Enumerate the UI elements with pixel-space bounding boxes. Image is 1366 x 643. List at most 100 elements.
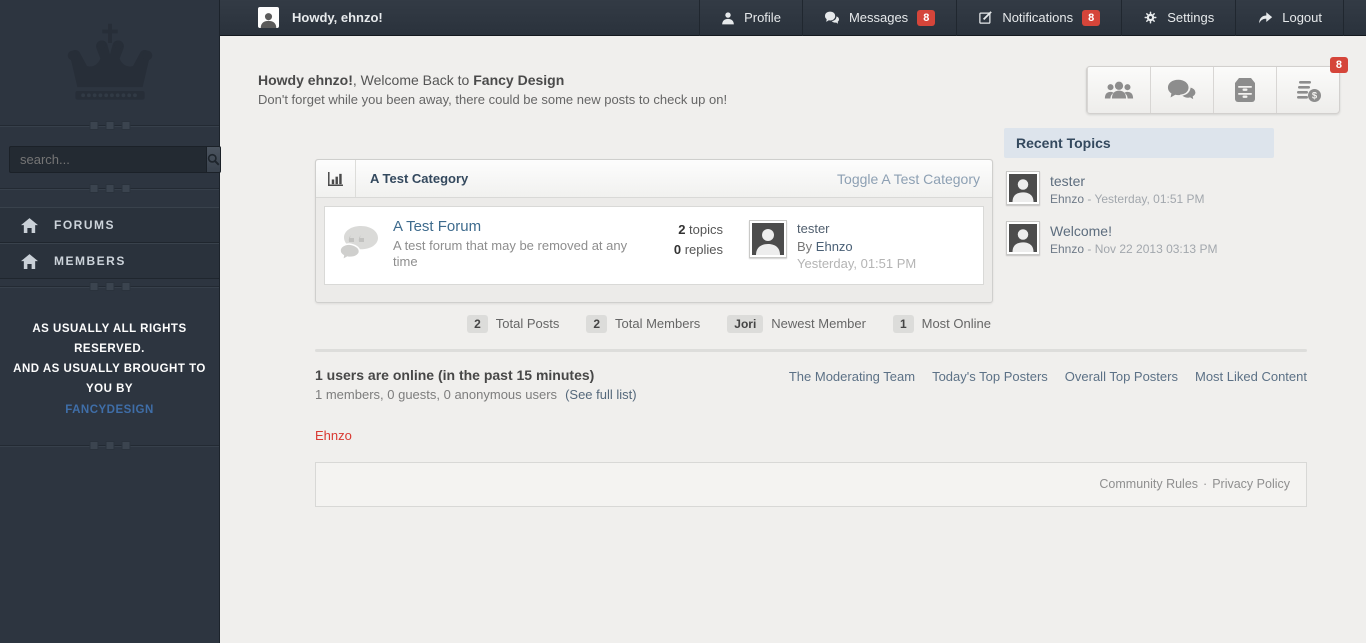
last-post-by-line: By Ehnzo: [797, 238, 916, 256]
menu-label: Notifications: [1002, 10, 1074, 25]
recent-topics-widget: Recent Topics tester Ehnzo - Yesterday, …: [1004, 128, 1274, 258]
notifications-badge: 8: [1082, 9, 1101, 26]
forum-row[interactable]: A Test Forum A test forum that may be re…: [324, 206, 984, 285]
sidebar-divider: [0, 440, 219, 452]
overall-top-posters-link[interactable]: Overall Top Posters: [1065, 369, 1178, 402]
topbar: Howdy, ehnzo! Profile Messages 8 Notific…: [220, 0, 1366, 36]
see-full-list-link[interactable]: (See full list): [565, 387, 637, 402]
most-liked-content-link[interactable]: Most Liked Content: [1195, 369, 1307, 402]
crown-logo-icon: [67, 23, 152, 100]
divider-squares-icon: [89, 121, 130, 130]
stat-most-online: 1 Most Online: [892, 314, 991, 333]
divider-squares-icon: [89, 282, 130, 291]
online-counts: 1 members, 0 guests, 0 anonymous users: [315, 386, 558, 402]
archive-drawer-icon: [1235, 78, 1255, 102]
topic-title-link[interactable]: Welcome!: [1050, 222, 1217, 240]
greeting-text: Howdy, ehnzo!: [292, 10, 383, 25]
online-block: 1 users are online (in the past 15 minut…: [315, 367, 637, 402]
fancydesign-link[interactable]: FANCYDESIGN: [65, 404, 154, 416]
board-stats-row: 2 Total Posts 2 Total Members Jori Newes…: [315, 314, 993, 333]
profile-menu-item[interactable]: Profile: [699, 0, 802, 36]
divider-squares-icon: [89, 440, 130, 450]
recent-topics-header: Recent Topics: [1004, 128, 1274, 158]
topic-author-link[interactable]: Ehnzo: [1050, 192, 1084, 206]
sidebar-divider: [0, 120, 219, 132]
last-post-lines: tester By Ehnzo Yesterday, 01:51 PM: [797, 220, 916, 273]
last-post-topic-link[interactable]: tester: [797, 220, 916, 238]
home-icon: [21, 217, 39, 233]
chats-quick-button[interactable]: [1150, 67, 1213, 113]
home-icon: [21, 253, 39, 269]
forum-name-link[interactable]: A Test Forum: [393, 218, 481, 235]
user-avatar-icon[interactable]: [258, 7, 279, 28]
main-area: Howdy, ehnzo! Profile Messages 8 Notific…: [220, 0, 1366, 643]
welcome-site: Fancy Design: [473, 72, 565, 88]
welcome-title: Howdy ehnzo!, Welcome Back to Fancy Desi…: [258, 72, 727, 88]
search-button[interactable]: [207, 146, 221, 173]
sidebar-rights-text: AS USUALLY ALL RIGHTS RESERVED. AND AS U…: [8, 319, 211, 420]
topic-avatar[interactable]: [1006, 220, 1040, 255]
category-icon-cell[interactable]: [316, 160, 356, 197]
last-post-time: Yesterday, 01:51 PM: [797, 256, 917, 272]
legal-footer: Community Rules · Privacy Policy: [315, 461, 1307, 507]
online-row: 1 users are online (in the past 15 minut…: [315, 367, 1307, 402]
svg-text:$: $: [1312, 90, 1318, 101]
billing-quick-button[interactable]: $: [1276, 67, 1339, 113]
logout-menu-item[interactable]: Logout: [1235, 0, 1343, 36]
community-rules-link[interactable]: Community Rules: [1099, 477, 1198, 491]
settings-menu-item[interactable]: Settings: [1121, 0, 1235, 36]
search-input[interactable]: [9, 146, 207, 173]
compose-icon: [979, 11, 993, 24]
messages-menu-item[interactable]: Messages 8: [801, 0, 956, 36]
forum-footer-links: The Moderating Team Today's Top Posters …: [789, 367, 1307, 402]
category-body: A Test Forum A test forum that may be re…: [316, 198, 992, 302]
sidebar-search: [9, 146, 221, 173]
replies-count: 0: [673, 241, 682, 257]
notifications-menu-item[interactable]: Notifications 8: [956, 0, 1121, 36]
menu-label: Profile: [744, 10, 781, 25]
stat-total-posts: 2 Total Posts: [467, 314, 559, 333]
sidebar-item-members[interactable]: MEMBERS: [0, 243, 219, 279]
moderating-team-link[interactable]: The Moderating Team: [789, 369, 915, 402]
chat-icon: [824, 11, 839, 24]
online-user-link[interactable]: Ehnzo: [315, 428, 1366, 443]
topic-avatar[interactable]: [1006, 171, 1040, 205]
topic-author-link[interactable]: Ehnzo: [1050, 242, 1084, 256]
stat-label: Total Members: [615, 316, 701, 332]
category-toggle-link[interactable]: Toggle A Test Category: [837, 171, 992, 187]
forum-app: FORUMS MEMBERS AS USUALLY ALL RIGHTS RES…: [0, 0, 1366, 643]
menu-label: Messages: [848, 10, 909, 25]
sidebar-item-label: MEMBERS: [54, 254, 126, 268]
content: Howdy ehnzo!, Welcome Back to Fancy Desi…: [220, 36, 1366, 643]
group-icon: [1104, 81, 1134, 99]
stat-value-badge: 1: [892, 314, 914, 333]
welcome-text: Howdy ehnzo!, Welcome Back to Fancy Desi…: [258, 72, 727, 107]
topic-title-link[interactable]: tester: [1050, 172, 1205, 190]
topic-lines: tester Ehnzo - Yesterday, 01:51 PM: [1050, 171, 1205, 208]
topic-time: - Nov 22 2013 03:13 PM: [1084, 241, 1218, 256]
rights-line1: AS USUALLY ALL RIGHTS RESERVED.: [32, 323, 187, 356]
sidebar-item-label: FORUMS: [54, 218, 115, 232]
topic-meta: Ehnzo - Nov 22 2013 03:13 PM: [1050, 242, 1217, 258]
chat-bubbles-icon: [1167, 79, 1197, 102]
stat-value-badge: 2: [467, 314, 488, 333]
recent-topic-item[interactable]: tester Ehnzo - Yesterday, 01:51 PM: [1004, 171, 1274, 208]
welcome-user: Howdy ehnzo!: [258, 72, 353, 88]
sidebar-divider: [0, 183, 219, 195]
forums-column: A Test Category Toggle A Test Category A…: [315, 159, 993, 333]
topic-time: - Yesterday, 01:51 PM: [1084, 192, 1205, 207]
archive-quick-button[interactable]: [1213, 67, 1276, 113]
online-headline: 1 users are online (in the past 15 minut…: [315, 366, 595, 383]
replies-count-line: 0 replies: [631, 240, 723, 260]
sidebar-item-forums[interactable]: FORUMS: [0, 207, 219, 243]
last-post-avatar[interactable]: [749, 220, 787, 258]
todays-top-posters-link[interactable]: Today's Top Posters: [932, 369, 1048, 402]
category-header: A Test Category Toggle A Test Category: [316, 160, 992, 198]
stat-total-members: 2 Total Members: [586, 314, 701, 333]
privacy-policy-link[interactable]: Privacy Policy: [1212, 477, 1290, 491]
members-quick-button[interactable]: [1087, 67, 1150, 113]
stat-label: Most Online: [921, 316, 991, 332]
last-post-author-link[interactable]: Ehnzo: [816, 239, 853, 254]
bar-chart-icon: [328, 171, 343, 186]
recent-topic-item[interactable]: Welcome! Ehnzo - Nov 22 2013 03:13 PM: [1004, 220, 1274, 258]
